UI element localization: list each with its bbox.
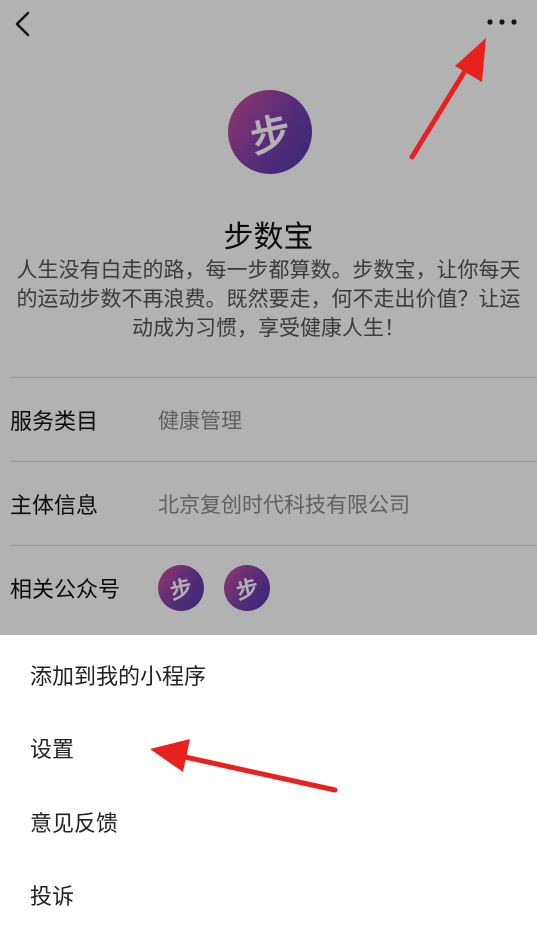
add-to-my-mini-programs-item[interactable]: 添加到我的小程序	[30, 645, 510, 705]
feedback-item[interactable]: 意见反馈	[30, 792, 510, 852]
settings-item[interactable]: 设置	[30, 718, 510, 778]
complaint-item[interactable]: 投诉	[30, 865, 510, 925]
action-sheet: 添加到我的小程序 设置 意见反馈 投诉	[0, 635, 537, 922]
